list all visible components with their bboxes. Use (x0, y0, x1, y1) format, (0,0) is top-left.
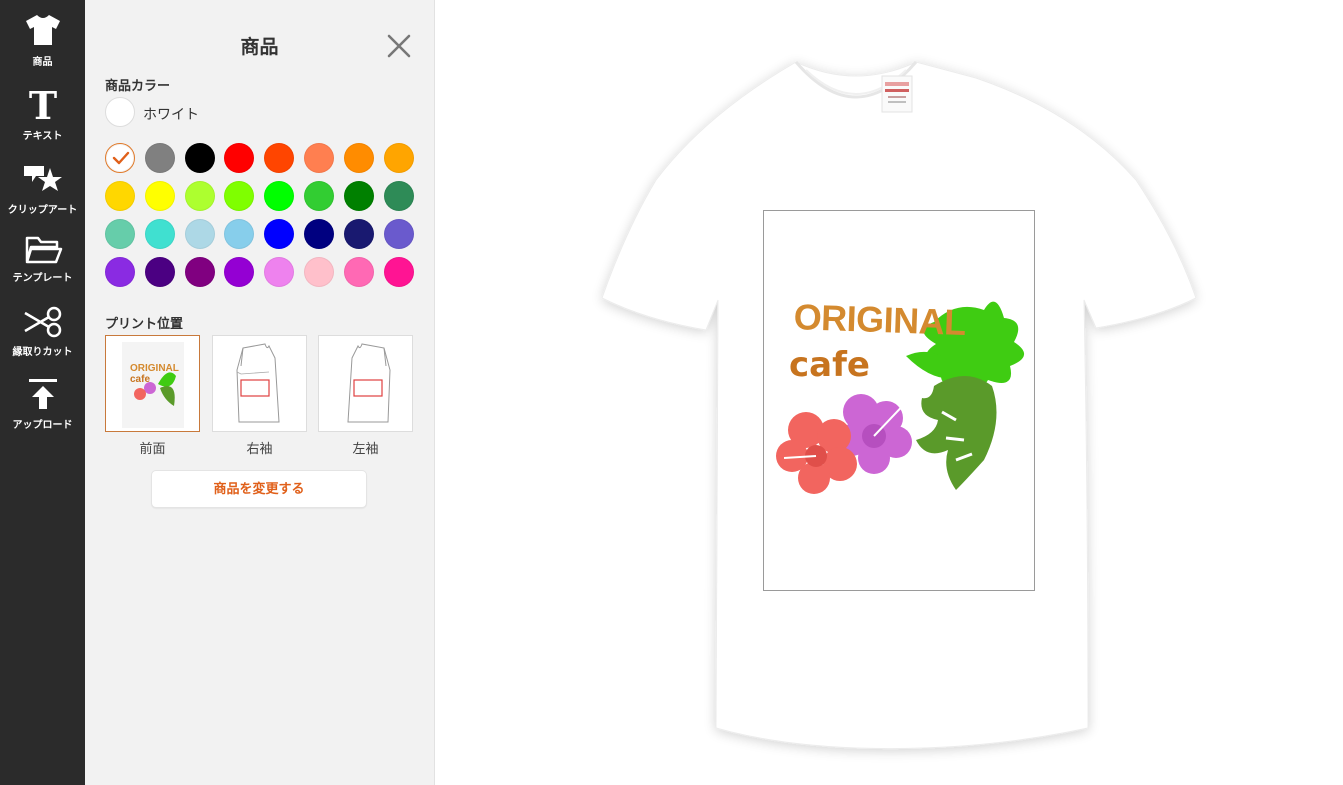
close-button[interactable] (385, 32, 413, 60)
color-swatch[interactable] (184, 257, 215, 287)
selected-color-name: ホワイト (143, 107, 199, 123)
left-toolbar: 商品 T テキスト クリップアート テンプレート 縁取りカット アップロード (0, 0, 85, 785)
color-swatch[interactable] (304, 143, 334, 173)
tool-text[interactable]: T テキスト (0, 84, 85, 150)
close-icon (387, 34, 411, 58)
color-swatch[interactable] (224, 143, 255, 173)
tool-template-label: テンプレート (12, 273, 73, 284)
color-swatch[interactable] (383, 219, 414, 249)
color-swatch[interactable] (144, 257, 175, 287)
color-swatch[interactable] (343, 257, 374, 287)
color-swatch[interactable] (304, 257, 334, 287)
print-position-right-sleeve-label: 右袖 (246, 442, 273, 457)
color-swatch[interactable] (105, 143, 135, 173)
product-panel: 商品 商品カラー ホワイト プリント位置 ORIGINAL cafe 前面 右袖… (85, 0, 435, 785)
color-swatch[interactable] (383, 181, 414, 211)
design-title-text[interactable]: ORIGINAL (793, 296, 966, 344)
front-thumbnail: ORIGINAL cafe (122, 342, 184, 428)
tool-product[interactable]: 商品 (0, 10, 85, 76)
color-swatch[interactable] (343, 219, 374, 249)
checkmark-icon (112, 151, 130, 165)
color-swatch[interactable] (184, 181, 215, 211)
color-swatch[interactable] (144, 181, 175, 211)
print-position-label: プリント位置 (105, 317, 184, 332)
print-position-left-sleeve[interactable] (318, 335, 413, 432)
text-icon: T (0, 84, 85, 124)
tshirt-icon (0, 10, 85, 50)
color-swatch[interactable] (304, 181, 334, 211)
print-position-left-sleeve-label: 左袖 (352, 442, 379, 457)
color-swatch[interactable] (184, 143, 215, 173)
tool-template[interactable]: テンプレート (0, 230, 85, 296)
design-editor: 商品 T テキスト クリップアート テンプレート 縁取りカット アップロード 商… (0, 0, 1343, 785)
color-swatch[interactable] (343, 143, 374, 173)
tool-outline-cut[interactable]: 縁取りカット (0, 302, 85, 368)
scissors-icon (0, 302, 85, 342)
color-swatch[interactable] (343, 181, 374, 211)
design-cafe-text[interactable]: cafe (789, 345, 870, 385)
color-swatch[interactable] (264, 219, 295, 249)
tool-upload[interactable]: アップロード (0, 374, 85, 440)
upload-icon (0, 374, 85, 414)
print-area[interactable] (763, 210, 1035, 591)
color-swatch[interactable] (383, 257, 414, 287)
right-sleeve-thumbnail (236, 343, 280, 423)
color-swatch[interactable] (264, 143, 295, 173)
panel-title: 商品 (240, 36, 279, 58)
color-swatch[interactable] (224, 219, 255, 249)
svg-text:ORIGINAL: ORIGINAL (130, 363, 179, 374)
tool-outline-cut-label: 縁取りカット (12, 347, 73, 358)
tool-upload-label: アップロード (12, 420, 73, 431)
selected-color-swatch (105, 97, 135, 127)
tool-clipart-label: クリップアート (7, 205, 78, 216)
tool-product-label: 商品 (32, 57, 53, 68)
left-sleeve-thumbnail (347, 343, 391, 423)
clipart-icon (0, 158, 85, 198)
color-section-label: 商品カラー (105, 79, 171, 94)
change-product-button[interactable]: 商品を変更する (151, 470, 367, 508)
svg-text:T: T (28, 86, 56, 122)
folder-icon (0, 230, 85, 270)
color-swatch[interactable] (144, 219, 175, 249)
color-swatch[interactable] (105, 219, 135, 249)
design-canvas: ORIGINAL cafe (436, 0, 1343, 785)
color-swatch[interactable] (304, 219, 334, 249)
color-swatch[interactable] (105, 181, 135, 211)
tool-text-label: テキスト (22, 131, 63, 142)
color-swatch[interactable] (224, 257, 255, 287)
color-swatch[interactable] (184, 219, 215, 249)
color-swatch[interactable] (105, 257, 135, 287)
print-position-front-label: 前面 (139, 442, 166, 457)
color-swatch[interactable] (224, 181, 255, 211)
tool-clipart[interactable]: クリップアート (0, 158, 85, 224)
print-position-front[interactable]: ORIGINAL cafe (105, 335, 200, 432)
print-position-right-sleeve[interactable] (212, 335, 307, 432)
color-swatch[interactable] (264, 181, 295, 211)
color-swatch[interactable] (144, 143, 175, 173)
color-swatch[interactable] (264, 257, 295, 287)
color-swatch[interactable] (383, 143, 414, 173)
